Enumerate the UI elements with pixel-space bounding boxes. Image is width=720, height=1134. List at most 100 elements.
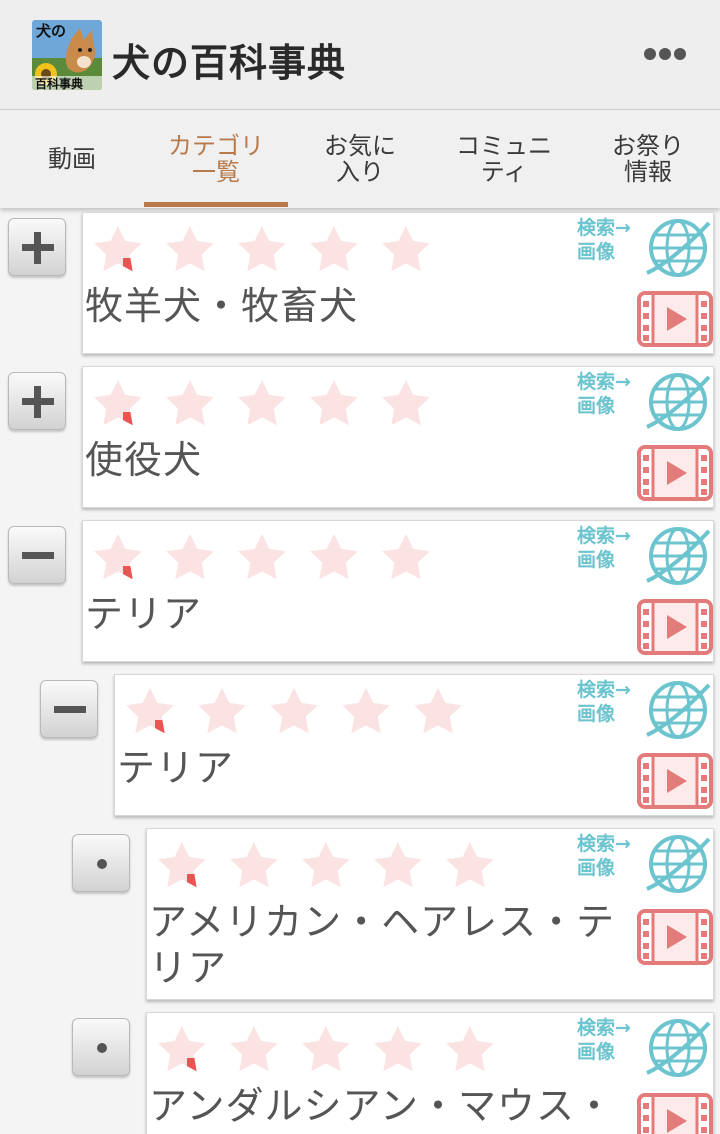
category-card[interactable]: 使役犬 検索→ 画像 (82, 366, 714, 508)
svg-text:犬の: 犬の (36, 22, 66, 40)
category-name: テリア (117, 746, 235, 790)
category-card[interactable]: テリア 検索→ 画像 (82, 520, 714, 662)
image-search-label: 検索→ (577, 833, 631, 855)
star-icon (94, 226, 142, 272)
image-search-label: 検索→ (577, 679, 631, 701)
image-search-label: 検索→ (577, 1017, 631, 1039)
star-icon (342, 688, 390, 734)
image-search-link[interactable]: 検索→ 画像 (577, 831, 717, 897)
image-search-link[interactable]: 検索→ 画像 (577, 369, 717, 435)
star-icon (374, 842, 422, 888)
star-icon (446, 1026, 494, 1072)
image-search-label: 検索→ (577, 217, 631, 239)
star-icon (126, 688, 174, 734)
star-icon (94, 380, 142, 426)
video-button[interactable] (637, 291, 713, 347)
globe-icon (646, 835, 711, 893)
star-rating (94, 380, 430, 426)
tab-bar: 動画 カテゴリ 一覧 お気に 入り コミュニ ティ お祭り 情報 (0, 110, 720, 208)
image-search-link[interactable]: 検索→ 画像 (577, 1015, 717, 1081)
expand-toggle-button[interactable] (72, 834, 130, 892)
star-rating (158, 842, 494, 888)
expand-toggle-button[interactable] (72, 1018, 130, 1076)
globe-icon (646, 219, 711, 277)
video-button[interactable] (637, 753, 713, 809)
video-button[interactable] (637, 445, 713, 501)
video-film-icon (637, 1093, 713, 1134)
star-rating (126, 688, 462, 734)
star-icon (94, 534, 142, 580)
star-icon (238, 380, 286, 426)
image-search-link[interactable]: 検索→ 画像 (577, 677, 717, 743)
plus-icon (22, 232, 54, 264)
more-dots-icon[interactable] (640, 42, 690, 66)
tab-festival-info[interactable]: お祭り 情報 (576, 110, 720, 208)
minus-icon (22, 552, 54, 559)
minus-icon (54, 706, 86, 713)
image-search-link[interactable]: 検索→ 画像 (577, 215, 717, 281)
globe-icon (646, 373, 711, 431)
expand-toggle-button[interactable] (8, 218, 66, 276)
star-icon (374, 1026, 422, 1072)
star-icon (166, 380, 214, 426)
category-card[interactable]: アメリカン・ヘアレス・テ リア 検索→ 画像 (146, 828, 714, 1000)
image-search-label: 画像 (577, 1041, 616, 1063)
expand-toggle-button[interactable] (8, 526, 66, 584)
image-search-label: 画像 (577, 395, 616, 417)
video-film-icon (637, 753, 713, 809)
tab-community[interactable]: コミュニ ティ (432, 110, 576, 208)
image-search-label: 検索→ (577, 371, 631, 393)
image-search-label: 検索→ (577, 525, 631, 547)
star-rating (94, 226, 430, 272)
app-logo: 犬の 百科事典 (32, 20, 102, 90)
globe-icon (646, 527, 711, 585)
star-icon (382, 380, 430, 426)
star-rating (158, 1026, 494, 1072)
tab-favorites[interactable]: お気に 入り (288, 110, 432, 208)
category-name: アンダルシアン・マウス・ (149, 1084, 614, 1128)
star-icon (310, 380, 358, 426)
active-tab-indicator (144, 202, 288, 207)
category-name: アメリカン・ヘアレス・テ リア (149, 900, 616, 990)
category-name: テリア (85, 592, 203, 636)
app-title: 犬の百科事典 (112, 41, 347, 85)
dot-icon (97, 859, 107, 869)
star-icon (238, 226, 286, 272)
star-icon (230, 1026, 278, 1072)
expand-toggle-button[interactable] (40, 680, 98, 738)
video-film-icon (637, 599, 713, 655)
star-icon (302, 842, 350, 888)
tab-videos[interactable]: 動画 (0, 110, 144, 208)
globe-icon (646, 681, 711, 739)
video-button[interactable] (637, 909, 713, 965)
globe-icon (646, 1019, 711, 1077)
tab-category-list[interactable]: カテゴリ 一覧 (144, 110, 288, 208)
app-bar: 犬の 百科事典 犬の百科事典 (0, 0, 720, 110)
star-icon (310, 534, 358, 580)
star-icon (270, 688, 318, 734)
category-card[interactable]: 牧羊犬・牧畜犬 検索→ 画像 (82, 212, 714, 354)
plus-icon (22, 386, 54, 418)
star-icon (382, 534, 430, 580)
image-search-label: 画像 (577, 549, 616, 571)
svg-text:百科事典: 百科事典 (35, 76, 83, 90)
star-icon (382, 226, 430, 272)
image-search-label: 画像 (577, 703, 616, 725)
image-search-link[interactable]: 検索→ 画像 (577, 523, 717, 589)
image-search-label: 画像 (577, 241, 616, 263)
video-film-icon (637, 291, 713, 347)
video-button[interactable] (637, 599, 713, 655)
image-search-label: 画像 (577, 857, 616, 879)
star-icon (198, 688, 246, 734)
star-rating (94, 534, 430, 580)
video-film-icon (637, 909, 713, 965)
dot-icon (97, 1043, 107, 1053)
category-card[interactable]: テリア 検索→ 画像 (114, 674, 714, 816)
category-card[interactable]: アンダルシアン・マウス・ 検索→ 画像 (146, 1012, 714, 1134)
star-icon (230, 842, 278, 888)
expand-toggle-button[interactable] (8, 372, 66, 430)
star-icon (158, 842, 206, 888)
star-icon (302, 1026, 350, 1072)
star-icon (158, 1026, 206, 1072)
video-button[interactable] (637, 1093, 713, 1134)
